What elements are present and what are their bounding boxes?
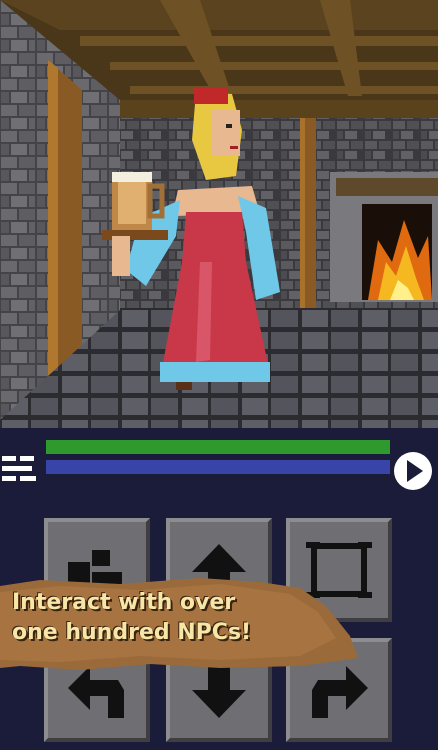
status-hud <box>0 428 438 508</box>
tavern-scene <box>0 0 438 428</box>
promo-line-1: Interact with over <box>12 590 236 615</box>
promo-text: Interact with over one hundred NPCs! <box>12 588 251 648</box>
game-viewport[interactable] <box>0 0 438 428</box>
play-button[interactable] <box>392 450 434 492</box>
promo-line-2: one hundred NPCs! <box>12 620 252 645</box>
mana-bar <box>46 460 390 474</box>
mana-bar-fill <box>46 460 390 474</box>
health-bar <box>46 440 390 454</box>
menu-icon <box>2 456 36 481</box>
play-icon <box>394 452 432 490</box>
promo-banner: Interact with over one hundred NPCs! <box>0 576 360 672</box>
health-bar-fill <box>46 440 390 454</box>
menu-button[interactable] <box>2 454 42 484</box>
